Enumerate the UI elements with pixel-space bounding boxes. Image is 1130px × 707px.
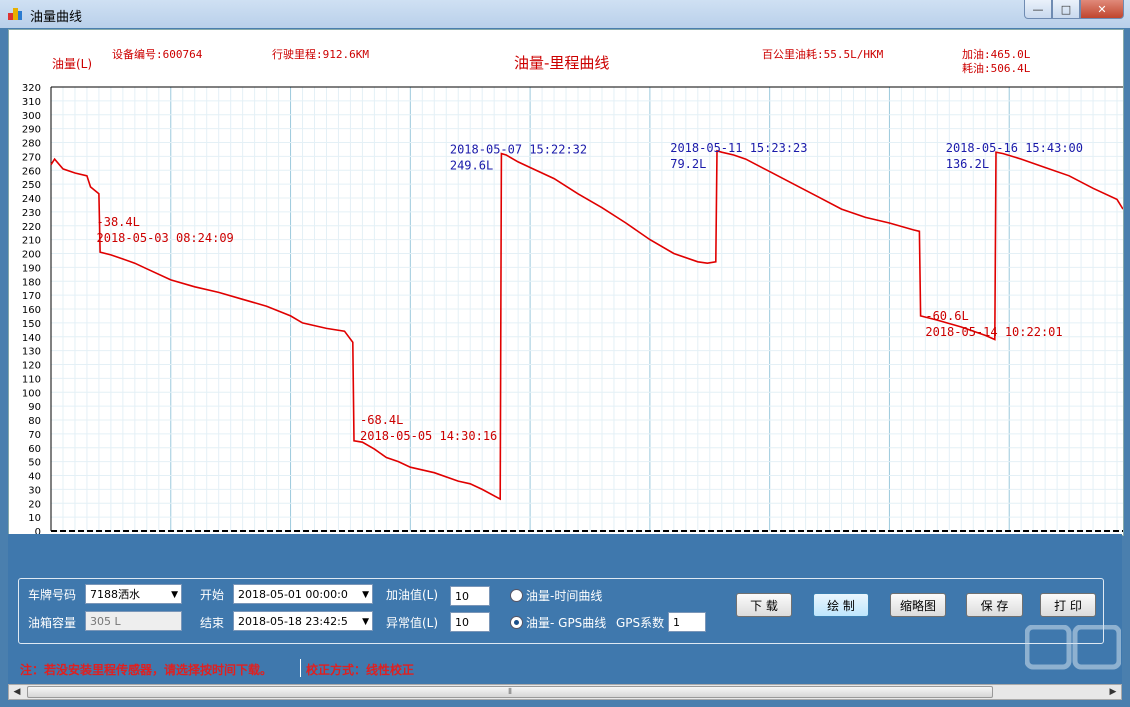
gps-coef-label: GPS系数 <box>616 616 665 630</box>
pc-logo-watermark <box>1025 625 1121 670</box>
y-tick-label: 110 <box>22 374 41 385</box>
y-tick-label: 280 <box>22 139 41 150</box>
chevron-down-icon: ▼ <box>362 617 369 627</box>
event-annotation: -60.6L <box>925 309 968 323</box>
y-tick-label: 100 <box>22 388 41 399</box>
radio-fuel-time[interactable] <box>510 589 523 602</box>
y-tick-label: 320 <box>22 83 41 94</box>
y-tick-label: 210 <box>22 236 41 247</box>
y-tick-label: 140 <box>22 333 41 344</box>
plate-value: 7188洒水 <box>90 588 140 601</box>
y-tick-label: 300 <box>22 111 41 122</box>
start-label: 开始 <box>200 588 225 602</box>
end-label: 结束 <box>200 616 225 630</box>
start-value: 2018-05-01 00:00:0 <box>238 588 348 601</box>
y-tick-label: 240 <box>22 194 41 205</box>
consumption-text: 百公里油耗:55.5L/HKM <box>762 47 884 61</box>
event-annotation: 2018-05-16 15:43:00 <box>946 141 1083 155</box>
maximize-button[interactable]: □ <box>1052 0 1080 19</box>
draw-button[interactable]: 绘 制 <box>813 593 869 617</box>
refuel-threshold-label: 加油值(L) <box>386 588 439 602</box>
y-tick-label: 40 <box>28 472 41 483</box>
event-annotation: 2018-05-11 15:23:23 <box>670 141 807 155</box>
used-total: 耗油:506.4L <box>962 61 1031 75</box>
download-button[interactable]: 下 载 <box>736 593 792 617</box>
title-bar: 油量曲线 — □ ✕ <box>0 0 1130 28</box>
tank-label: 油箱容量 <box>28 616 77 630</box>
chart-area: 油量(L) 设备编号:600764 行驶里程:912.6KM 油量-里程曲线 百… <box>8 29 1124 536</box>
y-tick-label: 200 <box>22 250 41 261</box>
start-datetime-picker[interactable]: 2018-05-01 00:00:0 ▼ <box>233 584 373 604</box>
event-annotation: -68.4L <box>360 413 403 427</box>
event-annotation: -38.4L <box>97 215 140 229</box>
radio-fuel-gps-label: 油量- GPS曲线 <box>526 616 607 630</box>
horizontal-scrollbar[interactable]: ◀ ⦀ ▶ <box>8 684 1122 700</box>
y-tick-label: 190 <box>22 263 41 274</box>
close-button[interactable]: ✕ <box>1080 0 1124 19</box>
abnormal-threshold-input[interactable]: 10 <box>450 612 490 632</box>
thumbnail-button[interactable]: 缩略图 <box>890 593 946 617</box>
save-button[interactable]: 保 存 <box>966 593 1023 617</box>
radio-fuel-time-label: 油量-时间曲线 <box>526 589 603 603</box>
scroll-thumb[interactable]: ⦀ <box>27 686 993 698</box>
y-tick-label: 250 <box>22 180 41 191</box>
event-annotation: 2018-05-05 14:30:16 <box>360 429 497 443</box>
print-button[interactable]: 打 印 <box>1040 593 1096 617</box>
y-tick-label: 220 <box>22 222 41 233</box>
y-tick-label: 70 <box>28 430 41 441</box>
y-tick-label: 120 <box>22 361 41 372</box>
mileage-text: 行驶里程:912.6KM <box>272 47 369 61</box>
scroll-left-icon[interactable]: ◀ <box>9 685 25 699</box>
y-tick-label: 260 <box>22 166 41 177</box>
y-tick-label: 180 <box>22 277 41 288</box>
plate-label: 车牌号码 <box>28 588 77 602</box>
gps-coef-input[interactable]: 1 <box>668 612 706 632</box>
y-tick-label: 150 <box>22 319 41 330</box>
end-value: 2018-05-18 23:42:5 <box>238 615 348 628</box>
minimize-button[interactable]: — <box>1024 0 1052 19</box>
device-id: 设备编号:600764 <box>112 47 203 61</box>
chevron-down-icon: ▼ <box>362 590 369 600</box>
event-annotation: 2018-05-14 10:22:01 <box>925 325 1062 339</box>
plate-select[interactable]: 7188洒水 ▼ <box>85 584 182 604</box>
y-tick-label: 310 <box>22 97 41 108</box>
event-annotation: 79.2L <box>670 157 706 171</box>
window-title: 油量曲线 <box>30 10 83 25</box>
scroll-right-icon[interactable]: ▶ <box>1105 685 1121 699</box>
sensor-note: 注：若没安装里程传感器，请选择按时间下载。 <box>20 663 273 677</box>
radio-fuel-gps[interactable] <box>510 616 523 629</box>
event-annotation: 2018-05-07 15:22:32 <box>450 143 587 157</box>
y-tick-label: 10 <box>28 513 41 524</box>
event-annotation: 249.6L <box>450 159 493 173</box>
y-unit-label: 油量(L) <box>52 57 92 71</box>
abnormal-threshold-label: 异常值(L) <box>386 616 439 630</box>
y-tick-label: 90 <box>28 402 41 413</box>
y-tick-label: 160 <box>22 305 41 316</box>
tank-capacity-field: 305 L <box>85 611 182 631</box>
y-tick-label: 170 <box>22 291 41 302</box>
refuel-total: 加油:465.0L <box>962 47 1031 61</box>
y-tick-label: 80 <box>28 416 41 427</box>
event-annotation: 2018-05-03 08:24:09 <box>97 231 234 245</box>
y-tick-label: 30 <box>28 485 41 496</box>
refuel-threshold-input[interactable]: 10 <box>450 586 490 606</box>
y-tick-label: 130 <box>22 347 41 358</box>
y-tick-label: 50 <box>28 458 41 469</box>
calibration-text: 校正方式：线性校正 <box>306 663 415 677</box>
y-tick-label: 270 <box>22 152 41 163</box>
event-annotation: 136.2L <box>946 157 989 171</box>
y-tick-label: 60 <box>28 444 41 455</box>
chevron-down-icon: ▼ <box>171 590 178 600</box>
y-tick-label: 230 <box>22 208 41 219</box>
control-panel: 车牌号码 7188洒水 ▼ 油箱容量 305 L 开始 2018-05-01 0… <box>8 534 1122 684</box>
status-separator <box>300 659 301 677</box>
app-icon <box>8 8 22 20</box>
y-tick-label: 20 <box>28 499 41 510</box>
chart-title: 油量-里程曲线 <box>514 54 609 72</box>
y-tick-label: 290 <box>22 125 41 136</box>
fuel-mileage-chart: 油量(L) 设备编号:600764 行驶里程:912.6KM 油量-里程曲线 百… <box>22 47 1123 535</box>
end-datetime-picker[interactable]: 2018-05-18 23:42:5 ▼ <box>233 611 373 631</box>
